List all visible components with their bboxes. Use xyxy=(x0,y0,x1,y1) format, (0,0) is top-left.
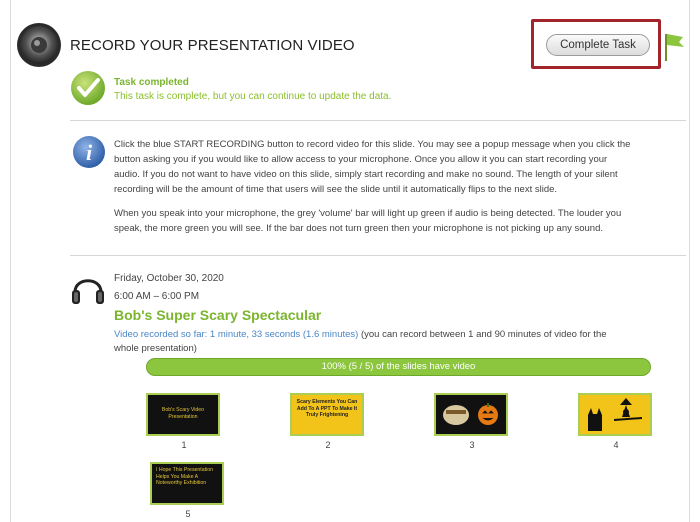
event-date: Friday, October 30, 2020 xyxy=(114,273,224,284)
recording-limit: (you can record between 1 and 90 minutes… xyxy=(358,329,607,340)
slide-image xyxy=(588,398,642,431)
slide-thumbnail[interactable]: I Hope This Presentation Helps You Make … xyxy=(150,462,224,505)
info-paragraph-1: Click the blue START RECORDING button to… xyxy=(114,139,631,195)
slide-number: 2 xyxy=(325,440,331,450)
event-title[interactable]: Bob's Super Scary Spectacular xyxy=(114,307,321,323)
complete-task-highlight: Complete Task xyxy=(531,19,661,69)
slide-thumbnail[interactable]: Scary Elements You Can Add To A PPT To M… xyxy=(290,393,364,436)
slide-text: I Hope This Presentation Helps You Make … xyxy=(156,467,213,486)
status-text: This task is complete, but you can conti… xyxy=(114,91,392,102)
slides-progress-bar: 100% (5 / 5) of the slides have video xyxy=(146,358,651,376)
slide-number: 3 xyxy=(469,440,475,450)
recorded-amount: Video recorded so far: 1 minute, 33 seco… xyxy=(114,329,359,340)
divider xyxy=(70,255,686,256)
speaker-icon xyxy=(17,23,61,67)
slide-number: 1 xyxy=(181,440,187,450)
content-frame xyxy=(10,0,690,522)
checkmark-icon xyxy=(71,71,105,105)
slide-text: Scary Elements You Can Add To A PPT To M… xyxy=(296,399,358,418)
progress-label: 100% (5 / 5) of the slides have video xyxy=(321,361,476,372)
slide-thumbnail[interactable]: Bob's Scary Video Presentation xyxy=(146,393,220,436)
slide-thumbnail[interactable] xyxy=(434,393,508,436)
divider xyxy=(70,120,686,121)
recording-limit-cont: whole presentation) xyxy=(114,343,197,354)
page-title: RECORD YOUR PRESENTATION VIDEO xyxy=(70,37,355,54)
info-icon: i xyxy=(73,136,105,168)
slide-image xyxy=(443,403,498,425)
svg-text:i: i xyxy=(86,140,93,165)
complete-task-button[interactable]: Complete Task xyxy=(546,34,650,56)
slide-thumbnail[interactable] xyxy=(578,393,652,436)
info-paragraph-2: When you speak into your microphone, the… xyxy=(114,208,622,234)
slide-number: 4 xyxy=(613,440,619,450)
slide-number: 5 xyxy=(185,509,191,519)
event-time: 6:00 AM – 6:00 PM xyxy=(114,291,200,302)
status-title: Task completed xyxy=(114,77,189,88)
recording-summary: Video recorded so far: 1 minute, 33 seco… xyxy=(114,328,674,356)
slide-text: Bob's Scary Video Presentation xyxy=(161,407,205,420)
flag-icon xyxy=(665,34,684,61)
headphones-icon xyxy=(72,279,104,304)
